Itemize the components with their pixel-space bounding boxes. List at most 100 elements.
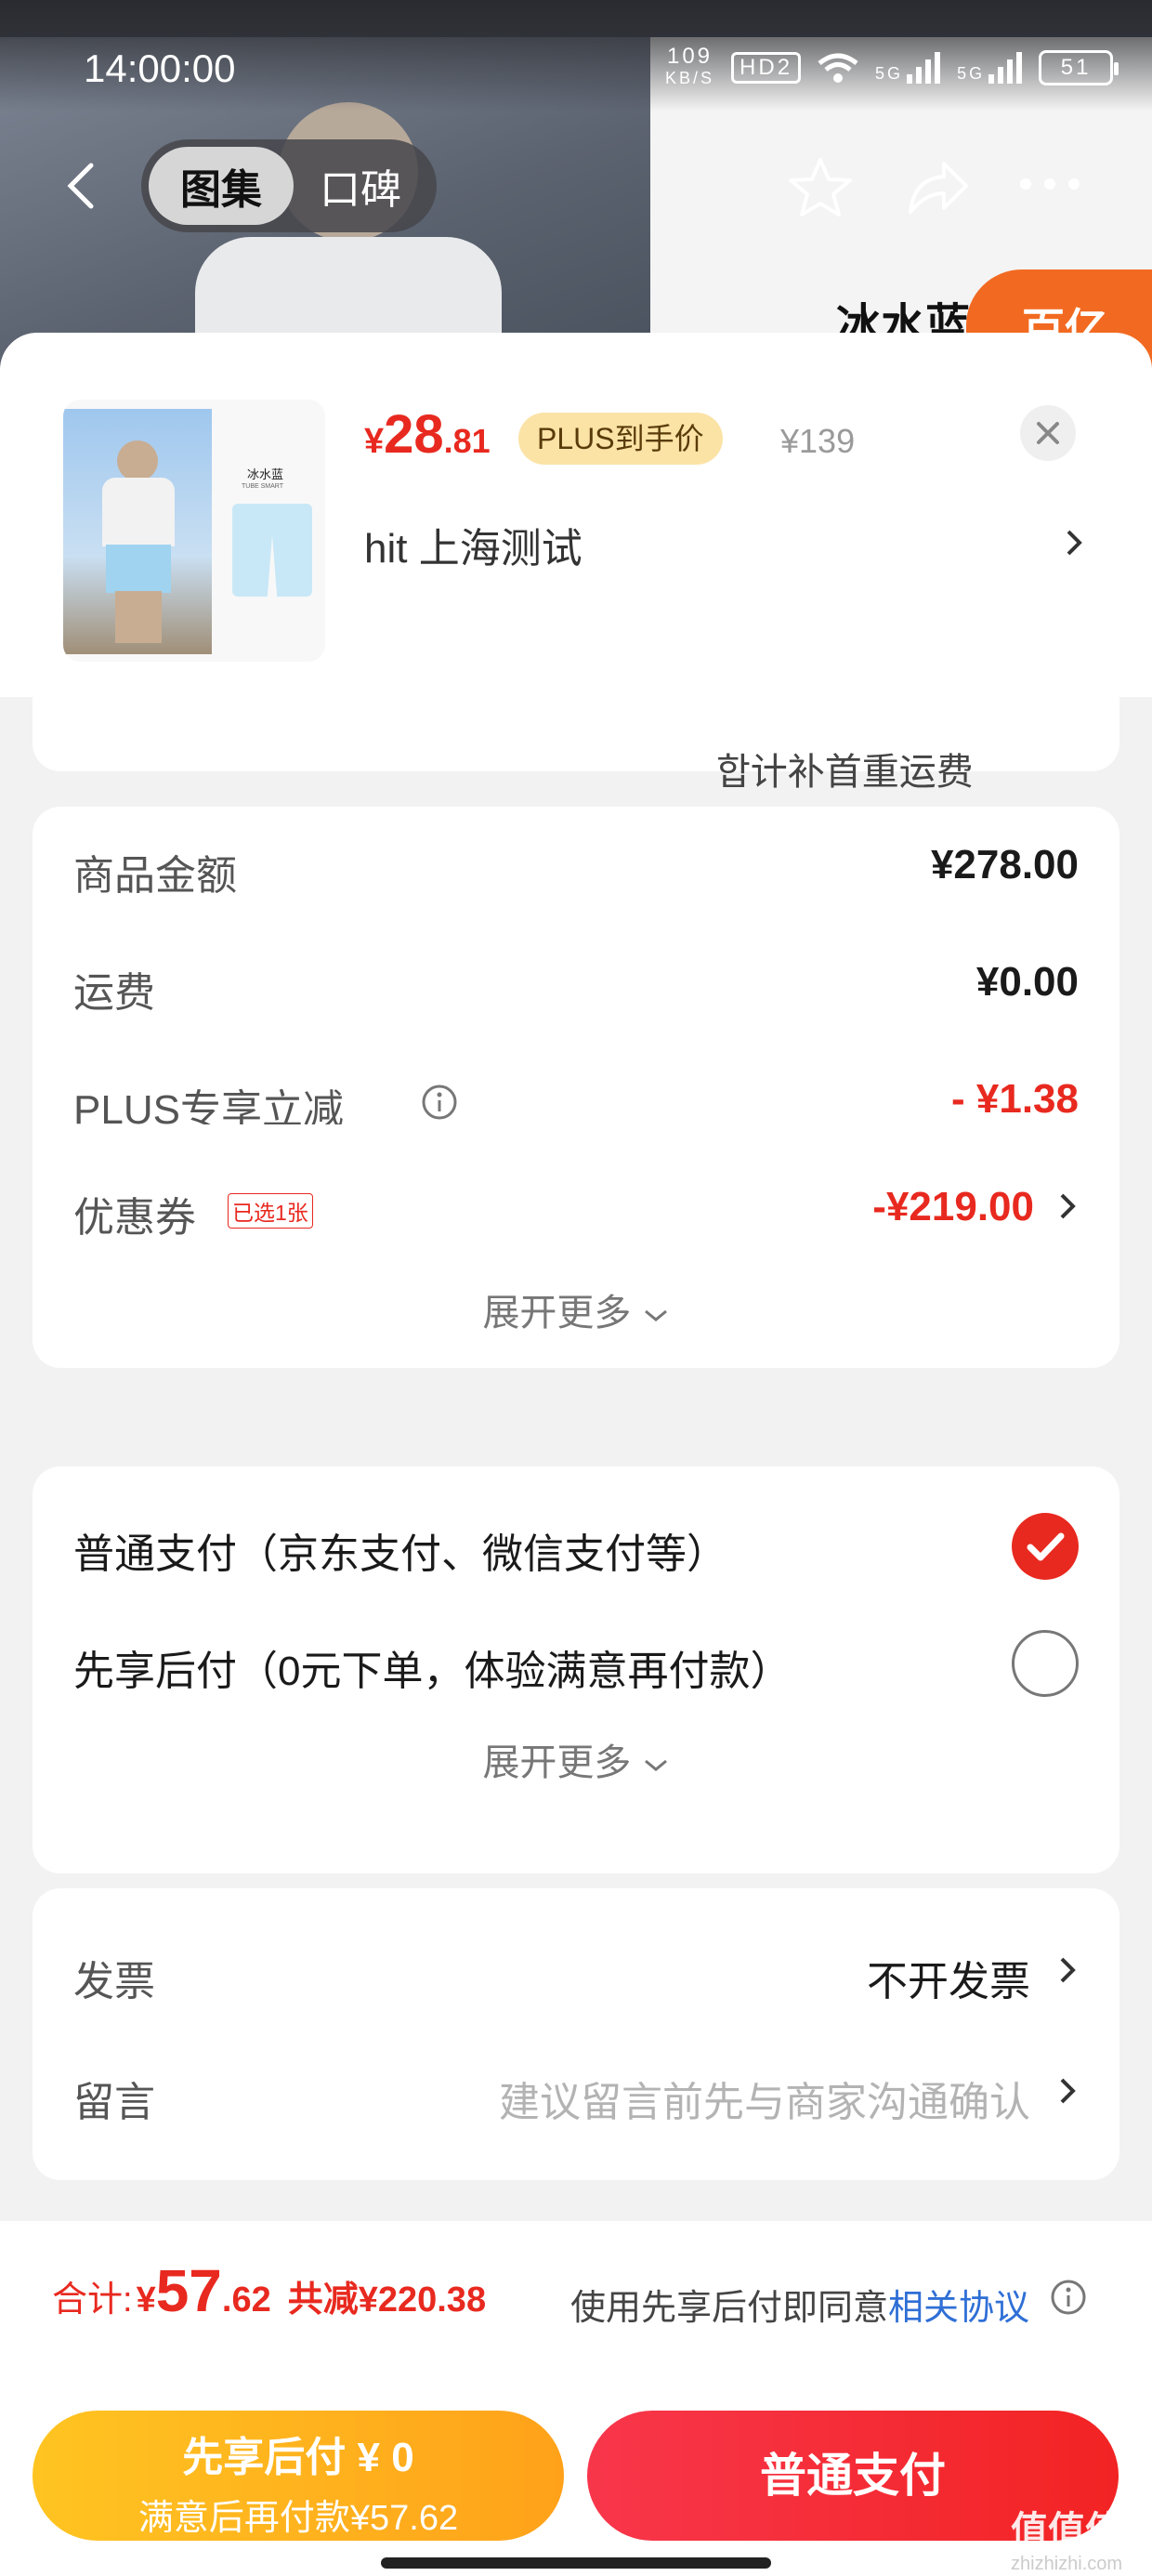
share-icon[interactable] (905, 156, 970, 217)
chevron-right-icon (1060, 1957, 1076, 1983)
battery-icon: 51 (1039, 49, 1119, 85)
coupon-selected-tag: 已选1张 (228, 1193, 313, 1229)
total-integer: 57 (155, 2257, 222, 2324)
watermark: 值值值 zhizhizhi.com (1011, 2500, 1122, 2575)
spec-label: hit 上海测试 (364, 526, 583, 572)
thumb-legs (115, 591, 162, 643)
wifi-icon (818, 53, 858, 83)
payment-option-normal-label: 普通支付（京东支付、微信支付等） (73, 1531, 727, 1577)
agreement-text: 使用先享后付即同意相关协议 (570, 2279, 1029, 2330)
goods-amount-label: 商品金额 (73, 853, 237, 899)
chevron-right-icon (1060, 1193, 1076, 1219)
coupon-label: 优惠券 (73, 1195, 196, 1241)
tab-gallery[interactable]: 图集 (149, 147, 294, 225)
signal-icon-1: 5G (875, 51, 941, 84)
signal-bars-2 (988, 51, 1023, 84)
chevron-down-icon (644, 1759, 667, 1771)
total-savings: 共减¥220.38 (287, 2280, 487, 2320)
checkout-bar: 合计: ¥ 57 .62 共减¥220.38 使用先享后付即同意相关协议 先享后… (0, 2221, 1152, 2576)
order-total: 合计: ¥ 57 .62 共减¥220.38 (52, 2256, 486, 2325)
total-symbol: ¥ (136, 2280, 156, 2320)
payment-expand-more-label: 展开更多 (482, 1742, 632, 1783)
thumb-shirt (102, 478, 175, 546)
net-speed: 109 KB/S (665, 46, 714, 88)
thumb-shorts (106, 545, 171, 593)
total-decimal: .62 (221, 2280, 271, 2320)
expand-more-button[interactable]: 展开更多 (33, 1282, 1119, 1336)
shipping-value: ¥0.00 (975, 959, 1079, 1005)
payment-option-normal[interactable]: 普通支付（京东支付、微信支付等） (73, 1513, 1119, 1580)
thumbnail-subtitle: TUBE SMART (242, 483, 283, 490)
payment-option-pay-later[interactable]: 先享后付（0元下单，体验满意再付款） (73, 1630, 1119, 1697)
message-placeholder: 建议留言前先与商家沟通确认 (499, 2080, 1030, 2125)
thumbnail-model-photo (63, 409, 212, 654)
message-label: 留言 (73, 2080, 155, 2125)
pay-later-label: 先享后付 ¥ 0 (182, 2435, 414, 2480)
shipping-note-partial: 합计补首重运费 (716, 752, 974, 793)
favorite-star-icon[interactable] (788, 156, 853, 217)
checkout-sheet: 冰水蓝 TUBE SMART ¥ 28 .81 PLUS到手价 ¥139 hit… (0, 333, 1152, 2576)
net-speed-unit: KB/S (665, 69, 715, 87)
product-header: 冰水蓝 TUBE SMART ¥ 28 .81 PLUS到手价 ¥139 hit… (0, 333, 1152, 697)
signal-label-2: 5G (957, 63, 986, 83)
info-icon[interactable] (421, 1084, 458, 1121)
expand-more-label: 展开更多 (482, 1293, 632, 1334)
total-label: 合计: (52, 2280, 133, 2320)
summary-row-shipping: 运费 ¥0.00 (73, 955, 1079, 1016)
status-time: 14:00:00 (84, 46, 236, 90)
close-icon[interactable] (1020, 405, 1076, 461)
pay-later-button[interactable]: 先享后付 ¥ 0 满意后再付款¥57.62 (33, 2411, 564, 2541)
summary-row-goods: 商品金额 ¥278.00 (73, 838, 1079, 899)
chevron-right-icon (1067, 530, 1082, 556)
pay-later-sublabel: 满意后再付款¥57.62 (137, 2499, 459, 2538)
thumbnail-shorts-image (232, 504, 312, 597)
back-arrow-icon[interactable] (56, 158, 111, 214)
payment-expand-more-button[interactable]: 展开更多 (33, 1732, 1119, 1786)
spec-selector[interactable]: hit 上海测试 (364, 515, 1089, 580)
checkmark-icon[interactable] (1012, 1513, 1079, 1580)
more-icon[interactable] (1020, 178, 1080, 190)
coupon-card-section: 优惠券 已选1张 -¥219.00 展开更多 (33, 1124, 1119, 1368)
watermark-sub: zhizhizhi.com (1011, 2554, 1123, 2574)
price-decimal: .81 (443, 422, 491, 460)
plus-discount-value: - ¥1.38 (951, 1076, 1079, 1122)
thumbnail-title: 冰水蓝 (247, 467, 284, 481)
agreement-link[interactable]: 相关协议 (888, 2289, 1029, 2328)
message-row[interactable]: 留言 建议留言前先与商家沟通确认 (73, 2065, 1079, 2125)
invoice-message-card: 发票 不开发票 留言 建议留言前先与商家沟通确认 (33, 1888, 1119, 2180)
price-integer: 28 (384, 404, 444, 465)
summary-row-coupon[interactable]: 优惠券 已选1张 -¥219.00 (73, 1180, 1079, 1241)
summary-row-plus: PLUS专享立减 - ¥1.38 (73, 1072, 1079, 1133)
chevron-right-icon (1060, 2078, 1076, 2104)
signal-icon-2: 5G (957, 51, 1023, 84)
product-thumbnail: 冰水蓝 TUBE SMART (63, 400, 325, 662)
original-price: ¥139 (780, 422, 856, 460)
thumb-head (117, 440, 158, 481)
home-indicator[interactable] (381, 2557, 771, 2569)
watermark-main: 值值值 (1011, 2510, 1122, 2551)
status-bar: 14:00:00 109 KB/S HD2 5G 5G 51 (0, 0, 1152, 112)
gallery-tabs: 图集 口碑 (141, 139, 437, 232)
radio-unchecked-icon[interactable] (1012, 1630, 1079, 1697)
coupon-value: -¥219.00 (872, 1184, 1034, 1229)
invoice-row[interactable]: 发票 不开发票 (73, 1944, 1079, 2004)
agreement-prefix: 使用先享后付即同意 (570, 2289, 889, 2328)
status-icons: 109 KB/S HD2 5G 5G 51 (665, 46, 1119, 88)
product-price: ¥ 28 .81 (364, 403, 491, 466)
invoice-label: 发票 (73, 1959, 155, 2004)
info-icon[interactable] (1050, 2279, 1087, 2316)
payment-option-pay-later-label: 先享后付（0元下单，体验满意再付款） (73, 1649, 792, 1694)
invoice-value: 不开发票 (867, 1959, 1030, 2004)
chevron-down-icon (644, 1309, 667, 1321)
goods-amount-value: ¥278.00 (930, 842, 1079, 887)
top-navbar: 图集 口碑 (0, 139, 1152, 232)
net-speed-value: 109 (666, 44, 713, 69)
price-summary-card: 商品金额 ¥278.00 运费 ¥0.00 PLUS专享立减 - ¥1.38 (33, 807, 1119, 1162)
payment-method-card-continued: 先享后付（0元下单，体验满意再付款） 展开更多 (33, 1630, 1119, 1873)
shipping-label: 运费 (73, 970, 155, 1016)
tab-reviews[interactable]: 口碑 (320, 156, 401, 216)
signal-bars-1 (907, 51, 941, 84)
signal-label-1: 5G (875, 63, 904, 83)
price-symbol: ¥ (364, 422, 385, 461)
hd-icon: HD2 (731, 51, 802, 84)
